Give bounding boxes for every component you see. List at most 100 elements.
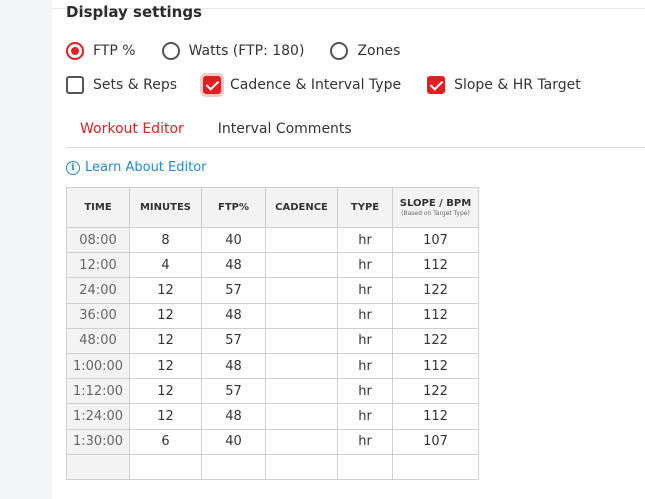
cell-slope[interactable]: 112 <box>392 352 479 380</box>
radio-watts[interactable]: Watts (FTP: 180) <box>161 42 305 60</box>
cell-type[interactable]: hr <box>337 428 393 455</box>
cell-slope[interactable]: 107 <box>392 428 479 455</box>
learn-about-editor-link[interactable]: i Learn About Editor <box>66 160 207 175</box>
display-settings-panel: Display settings FTP % Watts (FTP: 180) … <box>66 0 645 499</box>
cell-ftp[interactable]: 40 <box>201 226 266 254</box>
cell-slope[interactable]: 122 <box>392 277 479 304</box>
info-icon: i <box>66 160 80 175</box>
editor-tabs: Workout Editor Interval Comments <box>66 118 645 148</box>
checkbox-label: Sets & Reps <box>93 77 177 93</box>
cell-cadence[interactable] <box>265 252 338 279</box>
cell-minutes[interactable]: 8 <box>129 226 202 254</box>
radio-label: Watts (FTP: 180) <box>188 43 305 59</box>
table-row: 1:12:00 12 57 hr 122 <box>66 378 479 405</box>
cell-minutes[interactable]: 12 <box>129 277 202 304</box>
cell-minutes[interactable]: 6 <box>129 428 202 455</box>
cell-ftp[interactable]: 48 <box>201 302 266 329</box>
cell-ftp[interactable]: 57 <box>201 277 266 304</box>
display-options-group: Sets & Reps Cadence & Interval Type Slop… <box>66 76 607 94</box>
cell-type[interactable]: hr <box>337 252 393 279</box>
cell-cadence[interactable] <box>265 378 338 405</box>
cell-minutes[interactable]: 12 <box>129 352 202 380</box>
cell-slope[interactable]: 122 <box>392 327 479 354</box>
checkbox-cadence-interval[interactable]: Cadence & Interval Type <box>203 76 401 94</box>
checkbox-label: Slope & HR Target <box>454 77 581 93</box>
learn-link-text: Learn About Editor <box>85 160 207 175</box>
cell-minutes[interactable]: 4 <box>129 252 202 279</box>
cell-time: 24:00 <box>66 277 130 304</box>
checkbox-slope-hr[interactable]: Slope & HR Target <box>427 76 581 94</box>
checkbox-sets-reps[interactable]: Sets & Reps <box>66 76 177 94</box>
radio-ftp-percent[interactable]: FTP % <box>66 42 136 60</box>
cell-cadence[interactable] <box>265 403 338 430</box>
cell-time: 1:24:00 <box>66 403 130 430</box>
radio-label: FTP % <box>93 43 136 59</box>
table-row: 48:00 12 57 hr 122 <box>66 327 479 354</box>
cell-cadence[interactable] <box>265 327 338 354</box>
cell-slope[interactable]: 112 <box>392 252 479 279</box>
table-header-row: TIME MINUTES FTP% CADENCE TYPE SLOPE / B… <box>66 187 479 228</box>
cell-type[interactable]: hr <box>337 378 393 405</box>
cell-minutes[interactable]: 12 <box>129 403 202 430</box>
checkbox-unchecked-icon[interactable] <box>66 76 84 94</box>
cell-cadence[interactable] <box>265 302 338 329</box>
cell-type[interactable]: hr <box>337 226 393 254</box>
cell-ftp[interactable]: 48 <box>201 352 266 380</box>
tab-workout-editor[interactable]: Workout Editor <box>66 118 198 147</box>
cell-slope[interactable]: 122 <box>392 378 479 405</box>
cell-cadence[interactable] <box>265 428 338 455</box>
cell-time: 48:00 <box>66 327 130 354</box>
cell-ftp[interactable]: 57 <box>201 378 266 405</box>
cell-type[interactable]: hr <box>337 277 393 304</box>
checkbox-label: Cadence & Interval Type <box>230 77 402 93</box>
table-row: 24:00 12 57 hr 122 <box>66 277 479 304</box>
table-row: 1:24:00 12 48 hr 112 <box>66 403 479 430</box>
tab-interval-comments[interactable]: Interval Comments <box>204 118 366 147</box>
cell-cadence[interactable] <box>265 453 338 480</box>
cell-slope[interactable]: 112 <box>392 302 479 329</box>
cell-minutes[interactable]: 12 <box>129 327 202 354</box>
cell-minutes[interactable] <box>129 453 202 480</box>
cell-type[interactable]: hr <box>337 352 393 380</box>
workout-intervals-table: TIME MINUTES FTP% CADENCE TYPE SLOPE / B… <box>66 187 479 480</box>
radio-unchecked-icon[interactable] <box>330 42 349 60</box>
table-row <box>66 453 479 480</box>
radio-checked-icon[interactable] <box>66 42 84 60</box>
table-row: 1:00:00 12 48 hr 112 <box>66 352 479 380</box>
header-slope-label: SLOPE / BPM <box>399 198 472 209</box>
header-cadence: CADENCE <box>265 187 338 228</box>
table-row: 36:00 12 48 hr 112 <box>66 302 479 329</box>
cell-type[interactable]: hr <box>337 302 393 329</box>
cell-slope[interactable] <box>392 453 479 480</box>
cell-ftp[interactable] <box>201 453 266 480</box>
cell-cadence[interactable] <box>265 226 338 254</box>
cell-cadence[interactable] <box>265 277 338 304</box>
cell-time: 1:30:00 <box>66 428 130 455</box>
cell-minutes[interactable]: 12 <box>129 378 202 405</box>
cell-time: 1:00:00 <box>66 352 130 380</box>
radio-zones[interactable]: Zones <box>330 42 400 60</box>
header-type: TYPE <box>337 187 393 228</box>
cell-minutes[interactable]: 12 <box>129 302 202 329</box>
cell-time: 1:12:00 <box>66 378 130 405</box>
cell-time <box>66 453 130 480</box>
cell-type[interactable]: hr <box>337 327 393 354</box>
radio-label: Zones <box>357 43 401 59</box>
cell-slope[interactable]: 107 <box>392 226 479 254</box>
cell-time: 36:00 <box>66 302 130 329</box>
checkbox-checked-icon[interactable] <box>427 76 446 94</box>
cell-cadence[interactable] <box>265 352 338 380</box>
checkbox-checked-icon[interactable] <box>203 76 221 94</box>
cell-ftp[interactable]: 40 <box>201 428 266 455</box>
radio-unchecked-icon[interactable] <box>161 42 180 60</box>
cell-type[interactable] <box>337 453 393 480</box>
left-gutter <box>0 0 52 499</box>
header-slope: SLOPE / BPM (Based on Target Type) <box>392 187 479 228</box>
cell-ftp[interactable]: 48 <box>201 403 266 430</box>
cell-time: 12:00 <box>66 252 130 279</box>
cell-ftp[interactable]: 48 <box>201 252 266 279</box>
cell-type[interactable]: hr <box>337 403 393 430</box>
table-row: 1:30:00 6 40 hr 107 <box>66 428 479 455</box>
cell-slope[interactable]: 112 <box>392 403 479 430</box>
cell-ftp[interactable]: 57 <box>201 327 266 354</box>
